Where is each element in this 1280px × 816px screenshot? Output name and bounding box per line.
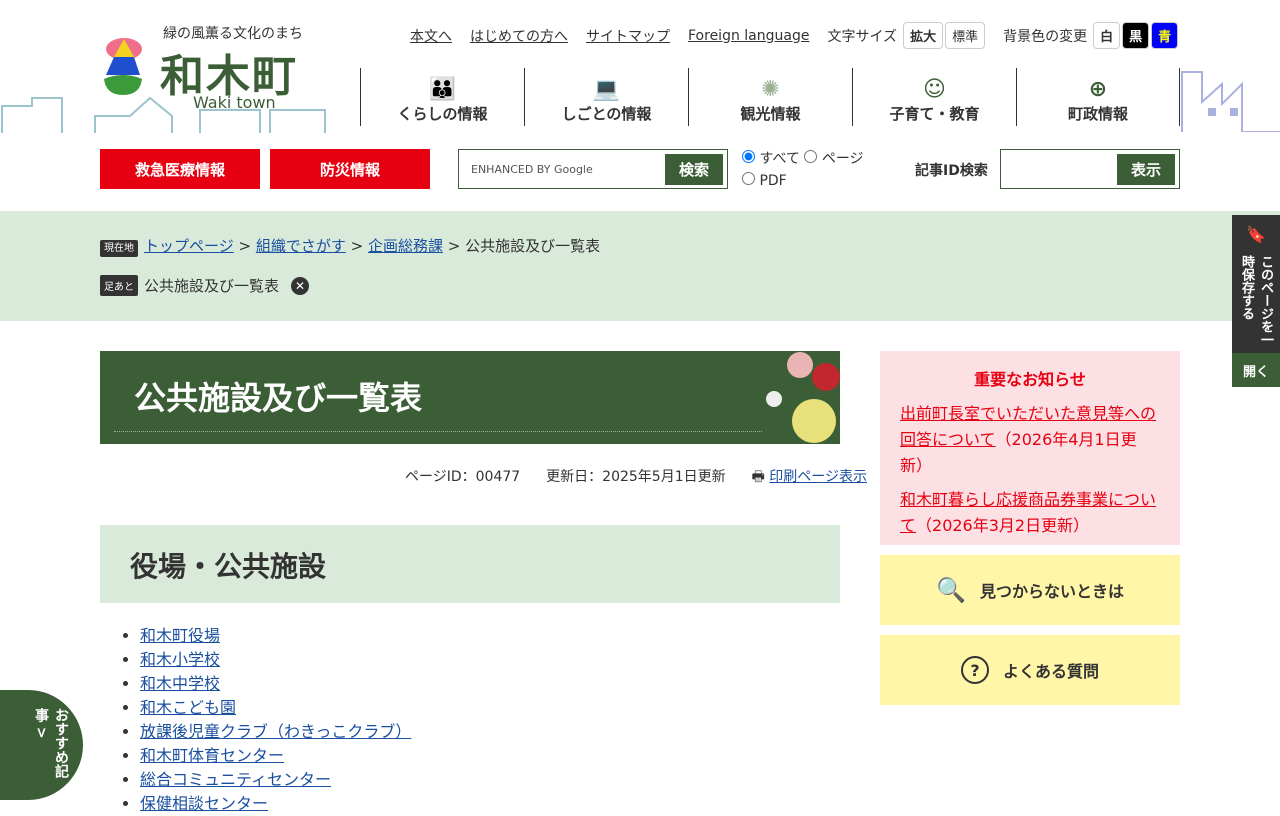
breadcrumb: 現在地 トップページ > 組織でさがす > 企画総務課 > 公共施設及び一覧表 [100,235,601,257]
footprint: 足あと 公共施設及び一覧表 ✕ [100,275,310,296]
scope-all-radio[interactable] [742,150,755,163]
scope-all-label: すべて [759,151,800,167]
update-date: 更新日：2025年5月1日更新 [546,469,726,485]
scope-page-label: ページ [821,151,864,167]
not-found-label: 見つからないときは [979,582,1124,601]
font-size-label: 文字サイズ [827,28,898,45]
bg-blue-button[interactable]: 青 [1151,22,1179,49]
facility-link[interactable]: 和木中学校 [140,674,220,693]
breadcrumb-dept[interactable]: 企画総務課 [368,237,443,255]
important-notice: 重要なお知らせ 出前町長室でいただいた意見等への回答について（2026年4月1日… [880,351,1180,545]
bg-color-label: 背景色の変更 [1003,28,1088,45]
list-item: 保健相談センター [140,792,411,816]
site-search-input[interactable]: ENHANCED BY Google 検索 [458,149,728,189]
search-document-icon: 🔍 [936,576,966,604]
breadcrumb-top[interactable]: トップページ [144,237,234,255]
google-branding: ENHANCED BY Google [471,162,593,176]
fireworks-icon: ✺ [761,77,780,102]
bg-white-button[interactable]: 白 [1093,22,1121,49]
list-item: 和木小学校 [140,648,411,672]
facility-list: 和木町役場 和木小学校 和木中学校 和木こども園 放課後児童クラブ（わきっこクラ… [140,624,411,816]
article-id-label: 記事ID検索 [915,163,988,179]
foreign-language-link[interactable]: Foreign language [688,28,809,44]
family-icon: 👪 [428,77,457,102]
nav-label: くらしの情報 [397,105,488,123]
section-heading: 役場・公共施設 [100,525,840,603]
bg-black-button[interactable]: 黒 [1122,22,1150,49]
page-title-bar: 公共施設及び一覧表 [100,351,840,444]
list-item: 和木中学校 [140,672,411,696]
globe-icon: ⊕ [1088,77,1108,102]
save-page-tab[interactable]: 🔖 このページを一時保存する [1232,215,1280,353]
close-icon[interactable]: ✕ [291,276,310,295]
article-id-input[interactable]: 表示 [1000,149,1180,189]
facility-link[interactable]: 保健相談センター [140,794,268,813]
list-item: 放課後児童クラブ（わきっこクラブ） [140,720,411,744]
list-item: 和木町体育センター [140,744,411,768]
page-meta: ページID：00477 更新日：2025年5月1日更新 🖶 印刷ページ表示 [405,466,867,490]
faq-button[interactable]: ? よくある質問 [880,635,1180,705]
nav-label: 町政情報 [1067,105,1128,123]
question-icon: ? [960,656,989,684]
printer-icon: 🖶 [751,469,765,485]
bookmark-icon: 🔖 [1246,225,1266,244]
nav-childcare[interactable]: ☺ 子育て・教育 [852,68,1016,126]
font-large-button[interactable]: 拡大 [903,22,944,49]
facility-link[interactable]: 和木小学校 [140,650,220,669]
nav-work[interactable]: 💻 しごとの情報 [524,68,688,126]
disaster-prevention-button[interactable]: 防災情報 [270,149,430,189]
breadcrumb-org[interactable]: 組織でさがす [256,237,346,255]
font-standard-button[interactable]: 標準 [945,22,986,49]
scope-page-radio[interactable] [804,150,818,163]
print-link[interactable]: 印刷ページ表示 [769,469,867,485]
work-icon: 💻 [592,77,621,102]
facility-link[interactable]: 和木町役場 [140,626,220,645]
open-saved-button[interactable]: 開く [1232,353,1280,387]
list-item: 総合コミュニティセンター [140,768,411,792]
list-item: 和木町役場 [140,624,411,648]
notice-title: 重要なお知らせ [974,370,1086,389]
breadcrumb-tag: 現在地 [100,240,138,257]
facility-link[interactable]: 和木こども園 [140,698,236,717]
first-visit-link[interactable]: はじめての方へ [470,26,568,46]
flower-decoration-icon [766,352,840,443]
footprint-tag: 足あと [100,275,138,296]
emergency-medical-button[interactable]: 救急医療情報 [100,149,260,189]
breadcrumb-current: 公共施設及び一覧表 [465,237,601,255]
facility-link[interactable]: 総合コミュニティセンター [140,770,331,789]
nav-government[interactable]: ⊕ 町政情報 [1016,68,1180,126]
sitemap-link[interactable]: サイトマップ [586,26,670,46]
notice-item: 和木町暮らし応援商品券事業について（2026年3月2日更新） [900,487,1160,539]
nav-label: 子育て・教育 [889,105,980,123]
nav-living[interactable]: 👪 くらしの情報 [360,68,524,126]
search-scope: すべて ページ PDF [742,148,864,192]
skip-to-content-link[interactable]: 本文へ [410,26,452,46]
article-id-show-button[interactable]: 表示 [1116,153,1175,185]
utility-bar: 本文へ はじめての方へ サイトマップ Foreign language 文字サイ… [410,22,1179,49]
recommend-tab[interactable]: おすすめ記事 > [0,690,83,800]
facility-link[interactable]: 和木町体育センター [140,746,284,765]
page-title: 公共施設及び一覧表 [134,379,423,417]
notice-date: （2026年3月2日更新） [916,516,1090,535]
scope-pdf-label: PDF [759,173,787,189]
townscape-illustration [1,96,326,133]
nav-label: 観光情報 [740,105,801,123]
faq-label: よくある質問 [1002,662,1099,681]
scope-pdf-radio[interactable] [742,172,755,185]
nav-tourism[interactable]: ✺ 観光情報 [688,68,852,126]
save-page-label: このページを一時保存する [1239,255,1273,346]
facility-link[interactable]: 放課後児童クラブ（わきっこクラブ） [140,722,411,741]
breadcrumb-band: 現在地 トップページ > 組織でさがす > 企画総務課 > 公共施設及び一覧表 足… [0,211,1280,321]
page-id: ページID：00477 [405,469,521,485]
search-button[interactable]: 検索 [664,153,723,185]
logo-icon[interactable] [100,35,146,95]
notice-item: 出前町長室でいただいた意見等への回答について（2026年4月1日更新） [900,401,1160,479]
list-item: 和木こども園 [140,696,411,720]
not-found-button[interactable]: 🔍 見つからないときは [880,555,1180,625]
footprint-item[interactable]: 公共施設及び一覧表 [144,275,279,296]
factory-illustration [1181,71,1280,132]
child-icon: ☺ [923,77,946,102]
nav-label: しごとの情報 [561,105,652,123]
main-nav: 👪 くらしの情報 💻 しごとの情報 ✺ 観光情報 ☺ 子育て・教育 ⊕ 町政情報 [360,68,1180,126]
